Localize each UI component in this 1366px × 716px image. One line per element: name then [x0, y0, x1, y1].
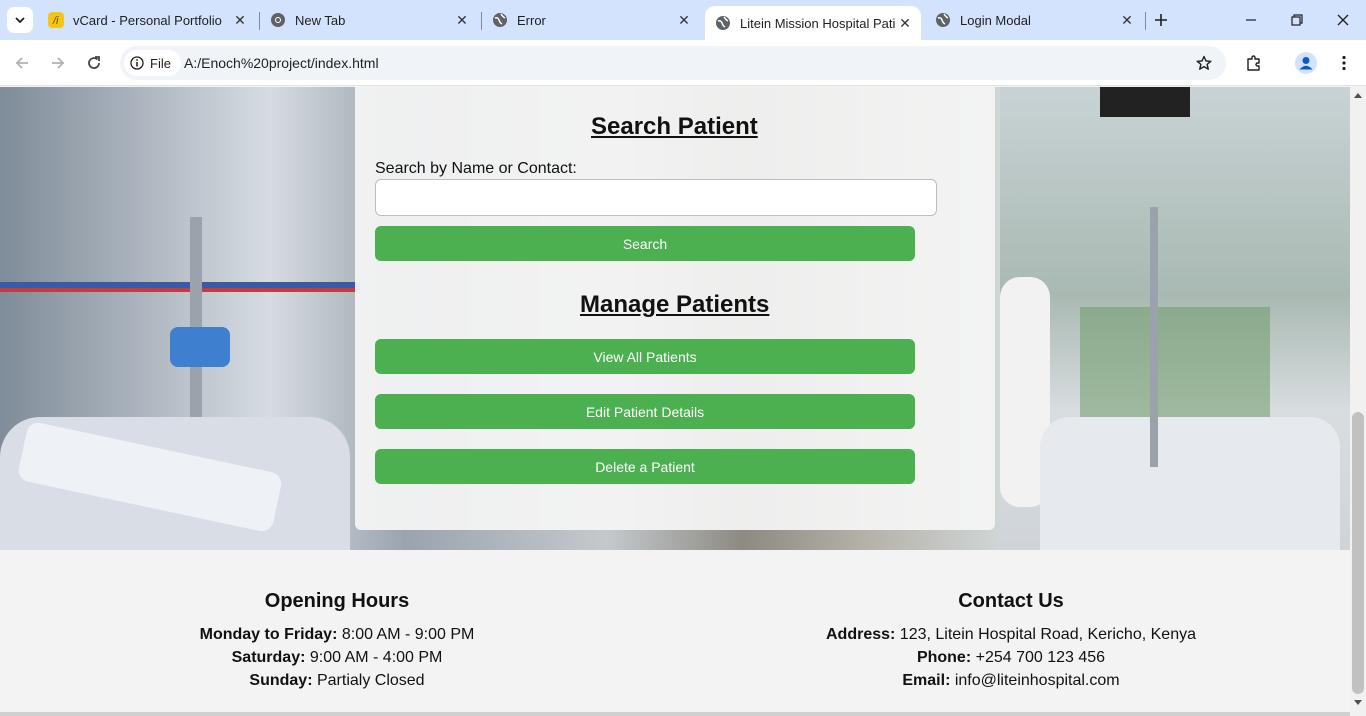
scroll-down-arrow-icon[interactable] [1350, 696, 1366, 710]
footer: Opening Hours Monday to Friday: 8:00 AM … [0, 550, 1350, 712]
hours-label: Saturday: [231, 649, 306, 666]
contact-value: +254 700 123 456 [971, 649, 1106, 666]
tab-title: vCard - Personal Portfolio [73, 12, 222, 28]
tab-new-tab[interactable]: New Tab ✕ [260, 6, 478, 34]
search-input[interactable] [375, 179, 937, 216]
vcard-favicon-icon: /i [48, 12, 64, 28]
tab-title: New Tab [295, 12, 346, 28]
wall-stripe [0, 288, 360, 292]
new-tab-button[interactable] [1150, 9, 1172, 31]
delete-patient-button[interactable]: Delete a Patient [375, 449, 915, 484]
reload-button[interactable] [82, 51, 106, 75]
chrome-icon [270, 12, 286, 28]
search-patient-heading: Search Patient [591, 113, 758, 140]
contact-row: Email: info@liteinhospital.com [761, 669, 1261, 692]
ceiling-monitor [1100, 87, 1190, 117]
hours-label: Monday to Friday: [199, 626, 338, 643]
star-icon [1196, 55, 1212, 70]
svg-text:/i: /i [52, 15, 59, 27]
horizontal-scrollbar[interactable] [0, 712, 1350, 716]
view-all-patients-button[interactable]: View All Patients [375, 339, 915, 374]
tab-litein-hospital[interactable]: Litein Mission Hospital Patie ✕ [705, 6, 921, 40]
tab-strip: /i vCard - Personal Portfolio ✕ New Tab … [0, 0, 1366, 40]
close-icon[interactable]: ✕ [230, 10, 250, 30]
contact-us-section: Contact Us Address: 123, Litein Hospital… [761, 590, 1261, 692]
minimize-button[interactable] [1228, 0, 1274, 40]
window-greenery [1080, 307, 1270, 427]
close-icon[interactable]: ✕ [1117, 10, 1137, 30]
close-icon[interactable]: ✕ [674, 10, 694, 30]
puzzle-icon [1247, 55, 1260, 71]
opening-hours-section: Opening Hours Monday to Friday: 8:00 AM … [137, 590, 537, 692]
contact-row: Address: 123, Litein Hospital Road, Keri… [761, 623, 1261, 646]
bookmark-button[interactable] [1192, 51, 1216, 75]
avatar-icon [1295, 52, 1317, 74]
tab-search-button[interactable] [7, 7, 33, 33]
globe-icon [935, 12, 951, 28]
close-icon[interactable]: ✕ [452, 10, 472, 30]
pump-device [170, 327, 230, 367]
arrow-right-icon [52, 57, 65, 69]
kebab-menu-icon [1342, 55, 1346, 71]
tab-title: Error [517, 12, 546, 28]
reload-icon [88, 56, 100, 69]
forward-button[interactable] [46, 51, 70, 75]
info-icon [130, 56, 144, 70]
profile-button[interactable] [1294, 51, 1318, 75]
tab-login-modal[interactable]: Login Modal ✕ [925, 6, 1143, 34]
manage-patients-heading: Manage Patients [580, 291, 770, 318]
close-window-button[interactable] [1320, 0, 1366, 40]
arrow-left-icon [15, 57, 28, 69]
hours-row: Monday to Friday: 8:00 AM - 9:00 PM [137, 623, 537, 646]
close-icon [1337, 14, 1349, 26]
tab-title: Login Modal [960, 12, 1031, 28]
contact-label: Address: [826, 626, 896, 643]
hours-row: Sunday: Partialy Closed [137, 669, 537, 692]
tab-error[interactable]: Error ✕ [482, 6, 700, 34]
tab-vcard[interactable]: /i vCard - Personal Portfolio ✕ [38, 6, 256, 34]
site-info-label: File [150, 55, 171, 71]
url-text[interactable]: A:/Enoch%20project/index.html [184, 55, 379, 71]
hours-row: Saturday: 9:00 AM - 4:00 PM [137, 646, 537, 669]
minimize-icon [1246, 19, 1256, 21]
edit-patient-details-button[interactable]: Edit Patient Details [375, 394, 915, 429]
opening-hours-heading: Opening Hours [264, 590, 410, 612]
search-button[interactable]: Search [375, 226, 915, 261]
iv-pole [1150, 207, 1158, 467]
contact-us-heading: Contact Us [958, 590, 1064, 612]
menu-button[interactable] [1332, 51, 1356, 75]
extensions-button[interactable] [1242, 51, 1266, 75]
contact-label: Phone: [916, 649, 972, 666]
globe-icon [492, 12, 508, 28]
globe-icon [715, 15, 731, 31]
hospital-bed [1040, 417, 1340, 550]
chevron-down-icon [15, 17, 25, 24]
tab-separator [1145, 12, 1146, 30]
contact-value: 123, Litein Hospital Road, Kericho, Keny… [895, 626, 1196, 643]
contact-label: Email: [902, 672, 951, 689]
tab-title: Litein Mission Hospital Patie [740, 15, 895, 31]
plus-icon [1155, 14, 1167, 26]
contact-row: Phone: +254 700 123 456 [761, 646, 1261, 669]
close-icon[interactable]: ✕ [895, 13, 915, 33]
back-button[interactable] [10, 51, 34, 75]
hours-value: Partialy Closed [312, 672, 425, 689]
hours-value: 8:00 AM - 9:00 PM [337, 626, 475, 643]
scrollbar-thumb[interactable] [1352, 412, 1364, 694]
restore-button[interactable] [1274, 0, 1320, 40]
hours-label: Sunday: [249, 672, 313, 689]
scroll-up-arrow-icon[interactable] [1350, 88, 1366, 102]
contact-value[interactable]: info@liteinhospital.com [950, 672, 1120, 689]
hours-value: 9:00 AM - 4:00 PM [305, 649, 443, 666]
site-info-chip[interactable]: File [124, 50, 181, 76]
search-field-label: Search by Name or Contact: [375, 160, 577, 177]
restore-icon [1291, 14, 1303, 26]
